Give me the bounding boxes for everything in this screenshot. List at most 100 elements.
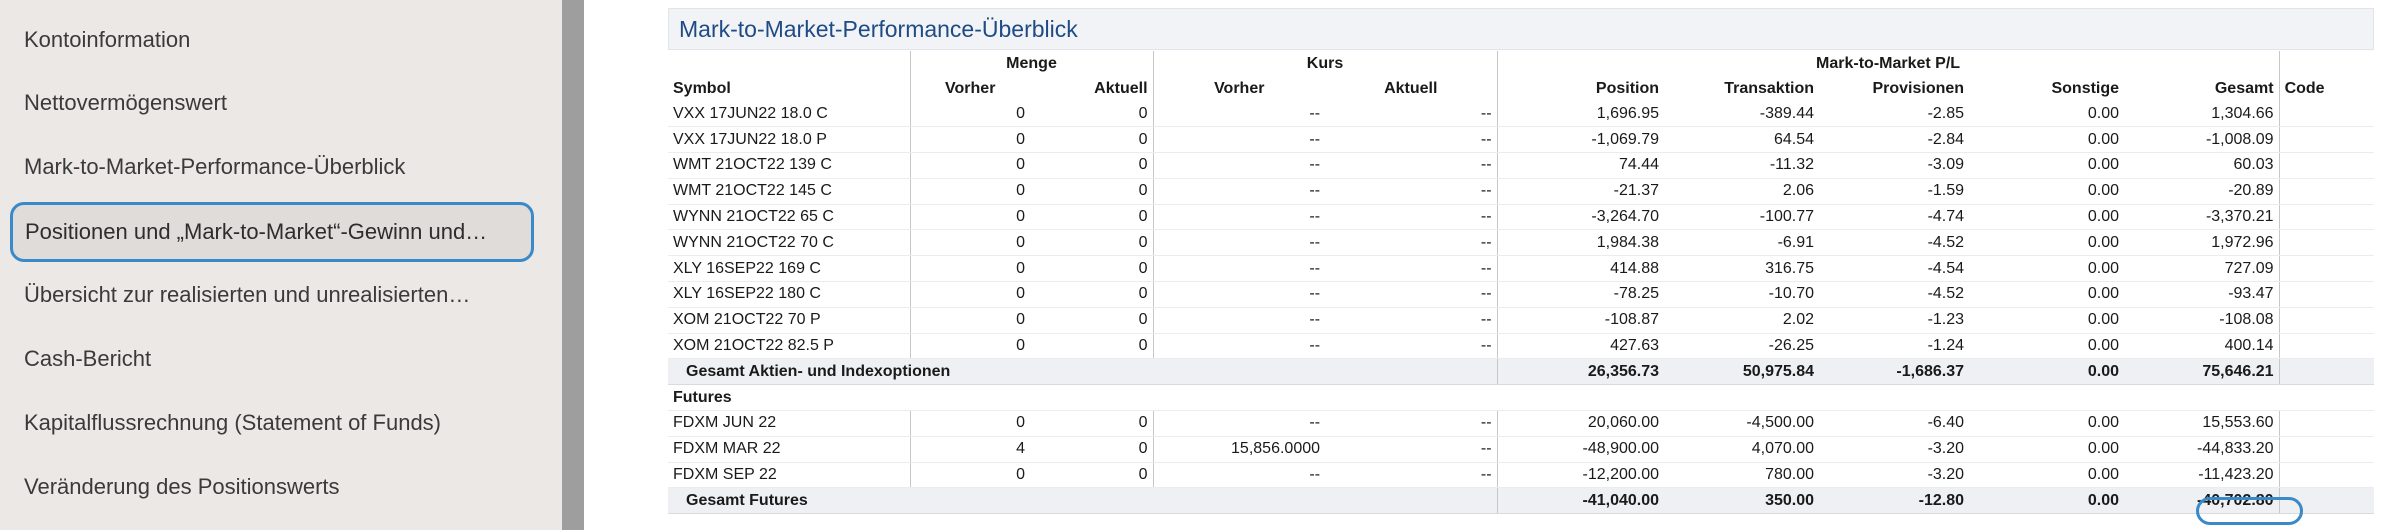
cell-value: 20,060.00 [1496,410,1665,437]
column-header-kurs-vorher[interactable]: Vorher [1152,76,1326,101]
cell-value: 0 [1030,281,1154,308]
cell-symbol: XOM 21OCT22 82.5 P [668,333,910,360]
total-value: -41,040.00 [1496,487,1665,515]
table-group-header-row: Menge Kurs Mark-to-Market P/L [668,51,2375,76]
cell-value: -108.87 [1496,307,1665,334]
table-row[interactable]: WYNN 21OCT22 65 C 0 0 -- -- -3,264.70 -100.77-… [668,204,2375,231]
table-row[interactable]: XLY 16SEP22 169 C 0 0 -- -- 414.88 316.75 -4.54… [668,255,2375,283]
cell-value: -- [1152,101,1326,128]
table-row[interactable]: FDXM MAR 22 4 0 15,856.0000 -- -48,900.00 4,07… [668,436,2375,463]
cell-value: 0.00 [1969,229,2125,257]
column-header-kurs-aktuell[interactable]: Aktuell [1325,76,1497,101]
cell-value: 74.44 [1496,152,1665,179]
total-code [2278,487,2375,515]
cell-symbol: VXX 17JUN22 18.0 C [668,101,910,128]
sidebar-item-kontoinformation[interactable]: Kontoinformation [8,10,540,70]
cell-value: -3.20 [1819,436,1970,463]
cell-value: -4.54 [1819,255,1970,283]
cell-code [2278,152,2375,179]
cell-value: -- [1325,462,1498,489]
table-row[interactable]: VXX 17JUN22 18.0 C 0 0 -- -- 1,696.95 -389.44-… [668,101,2375,128]
cell-value: -2.85 [1819,101,1970,128]
cell-value: 0 [1030,229,1154,257]
cell-value: -- [1152,307,1326,334]
sidebar-item-mtm-overview[interactable]: Mark-to-Market-Performance-Überblick [8,137,540,197]
cell-code [2278,307,2375,334]
cell-value: -- [1152,204,1326,231]
column-header-menge-aktuell[interactable]: Aktuell [1030,76,1153,101]
sidebar-scrollbar[interactable] [562,0,584,530]
cell-value: 0 [909,204,1030,231]
sidebar-item-realized-unrealized[interactable]: Übersicht zur realisierten und unrealisi… [8,265,540,325]
cell-value: 1,972.96 [2124,229,2280,257]
cell-symbol: FDXM SEP 22 [668,462,910,489]
cell-value: 0 [909,152,1030,179]
table-row[interactable]: XOM 21OCT22 70 P 0 0 -- -- -108.87 2.02 -1.23 0.… [668,307,2375,334]
table-row[interactable]: XOM 21OCT22 82.5 P 0 0 -- -- 427.63 -26.25 -1.2… [668,333,2375,360]
cell-value: 15,553.60 [2124,410,2280,437]
total-value: -1,686.37 [1819,358,1970,386]
table-row[interactable]: FDXM JUN 22 0 0 -- -- 20,060.00 -4,500.00 -6.40… [668,410,2375,437]
table-row[interactable]: WMT 21OCT22 139 C 0 0 -- -- 74.44 -11.32 -3.09 0… [668,152,2375,179]
cell-value: -11.32 [1664,152,1820,179]
column-header-symbol[interactable]: Symbol [668,76,910,101]
cell-symbol: WMT 21OCT22 145 C [668,178,910,205]
cell-value: 15,856.0000 [1152,436,1326,463]
cell-value: 4 [909,436,1030,463]
cell-value: 0.00 [1969,204,2125,231]
sidebar-item-nettovermoegenswert[interactable]: Nettovermögenswert [8,73,540,133]
cell-symbol: VXX 17JUN22 18.0 P [668,126,910,154]
total-label: Gesamt Futures [668,487,1498,515]
sidebar-item-position-value-change[interactable]: Veränderung des Positionswerts [8,457,540,517]
table-row[interactable]: VXX 17JUN22 18.0 P 0 0 -- -- -1,069.79 64.54 -2… [668,126,2375,154]
cell-value: 0.00 [1969,101,2125,128]
cell-code [2278,281,2375,308]
column-header-code[interactable]: Code [2278,76,2375,101]
sidebar-item-statement-of-funds[interactable]: Kapitalflussrechnung (Statement of Funds… [8,393,540,453]
column-header-provisionen[interactable]: Provisionen [1819,76,1969,101]
column-header-sonstige[interactable]: Sonstige [1969,76,2124,101]
total-label: Gesamt Aktien- und Indexoptionen [668,358,1498,386]
cell-code [2278,462,2375,489]
cell-value: 0 [909,229,1030,257]
cell-value: -26.25 [1664,333,1820,360]
cell-value: 0 [1030,255,1154,283]
total-value: 350.00 [1664,487,1820,515]
cell-value: 0 [909,178,1030,205]
cell-value: 0.00 [1969,178,2125,205]
column-header-gesamt[interactable]: Gesamt [2124,76,2279,101]
table-row[interactable]: FDXM SEP 22 0 0 -- -- -12,200.00 780.00 -3.20 0.… [668,462,2375,489]
total-value: -40,702.80 [2124,487,2280,515]
table-row[interactable]: WYNN 21OCT22 70 C 0 0 -- -- 1,984.38 -6.91 -4.5… [668,229,2375,257]
cell-value: 0 [1030,178,1154,205]
group-header-mtm: Mark-to-Market P/L [1496,51,2280,76]
sidebar-item-cash-report[interactable]: Cash-Bericht [8,329,540,389]
column-header-transaktion[interactable]: Transaktion [1664,76,1819,101]
main-content: Mark-to-Market-Performance-Überblick Men… [584,0,2394,530]
cell-value: -- [1152,333,1326,360]
total-value: -12.80 [1819,487,1970,515]
cell-value: 727.09 [2124,255,2280,283]
sidebar-item-positions-mtm[interactable]: Positionen und „Mark-to-Market“-Gewinn u… [10,202,534,262]
column-header-menge-vorher[interactable]: Vorher [909,76,1030,101]
cell-value: -- [1325,152,1498,179]
cell-value: 60.03 [2124,152,2280,179]
cell-value: -- [1325,436,1498,463]
cell-value: 316.75 [1664,255,1820,283]
cell-value: -- [1152,152,1326,179]
cell-value: 427.63 [1496,333,1665,360]
table-row[interactable]: XLY 16SEP22 180 C 0 0 -- -- -78.25 -10.70 -4.52… [668,281,2375,308]
cell-value: -- [1325,101,1498,128]
cell-value: 2.02 [1664,307,1820,334]
section-header: Mark-to-Market-Performance-Überblick [668,8,2374,50]
cell-value: -6.40 [1819,410,1970,437]
cell-value: -1,069.79 [1496,126,1665,154]
cell-code [2278,333,2375,360]
total-value: 0.00 [1969,358,2125,386]
table-row[interactable]: WMT 21OCT22 145 C 0 0 -- -- -21.37 2.06 -1.59 0.… [668,178,2375,205]
cell-value: -100.77 [1664,204,1820,231]
column-header-position[interactable]: Position [1496,76,1665,101]
cell-value: -12,200.00 [1496,462,1665,489]
cell-value: -- [1325,333,1498,360]
cell-value: -- [1325,178,1498,205]
